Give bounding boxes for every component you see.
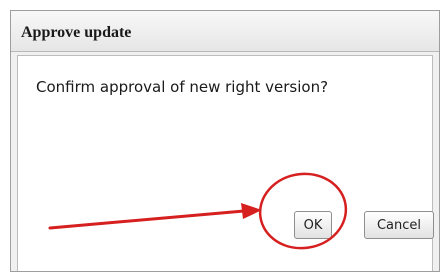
ok-button[interactable]: OK: [294, 211, 332, 239]
cancel-button[interactable]: Cancel: [364, 211, 434, 239]
dialog-title: Approve update: [21, 24, 132, 41]
confirmation-message: Confirm approval of new right version?: [36, 78, 329, 96]
dialog-body: Confirm approval of new right version? O…: [17, 55, 434, 271]
dialog-titlebar[interactable]: Approve update: [11, 11, 439, 52]
approve-update-dialog: Approve update Confirm approval of new r…: [10, 10, 440, 272]
